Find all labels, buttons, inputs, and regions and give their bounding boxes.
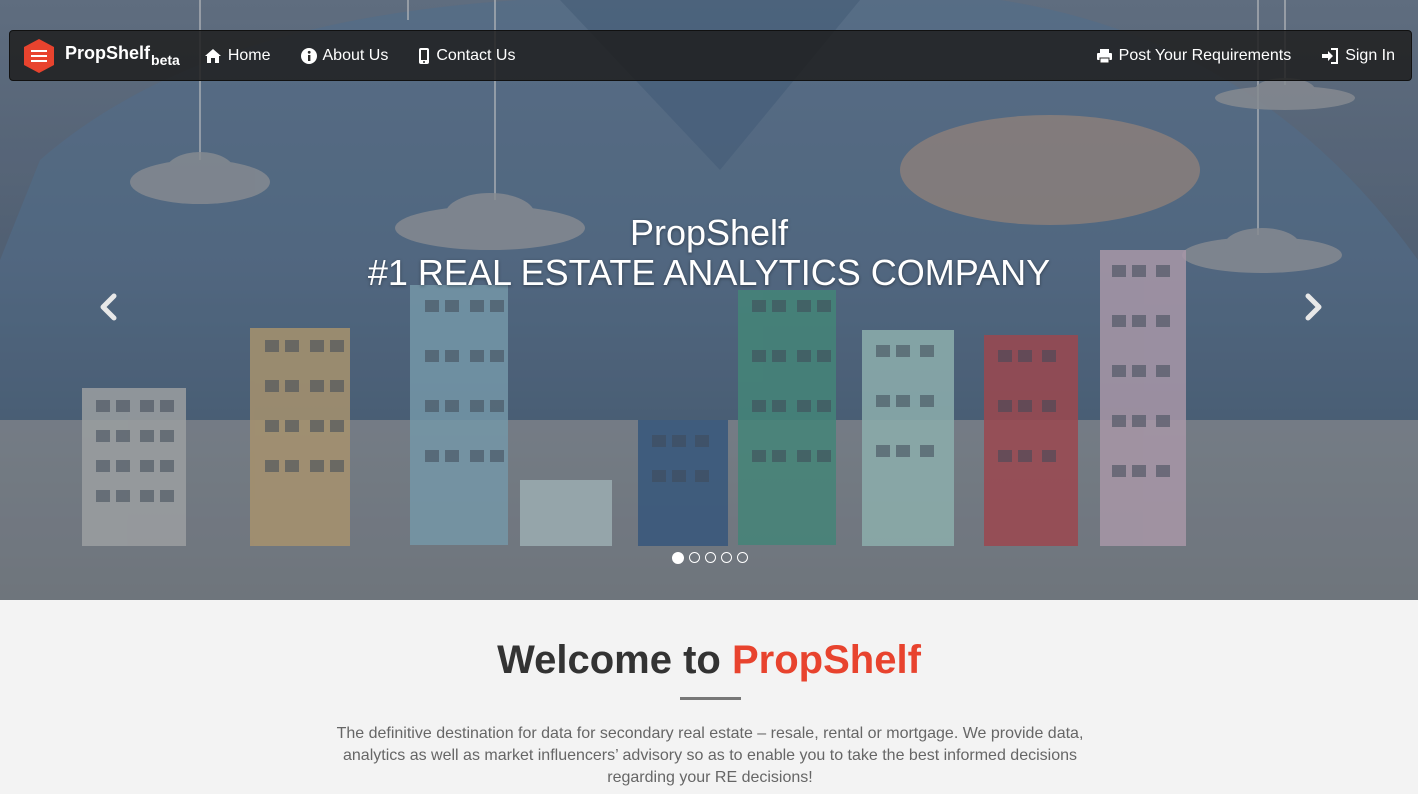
carousel-indicator[interactable] (672, 552, 684, 564)
carousel-indicators (672, 552, 753, 564)
welcome-title: Welcome to PropShelf (0, 638, 1418, 683)
nav-right: Post Your Requirements Sign In (1066, 47, 1395, 65)
nav-left: Home About Us Contact Us (204, 47, 546, 65)
home-icon (204, 48, 221, 63)
brand-link[interactable]: PropShelfbeta (23, 30, 180, 81)
nav-contact[interactable]: Contact Us (418, 47, 515, 65)
nav-about-label: About Us (322, 46, 389, 64)
carousel-indicator[interactable] (689, 552, 700, 563)
carousel-prev-icon[interactable] (94, 290, 124, 324)
welcome-description: The definitive destination for data for … (336, 725, 1084, 786)
hero-title: PropShelf (629, 212, 789, 253)
welcome-title-prefix: Welcome to (497, 638, 721, 682)
mobile-icon (419, 47, 430, 64)
carousel-indicator[interactable] (721, 552, 732, 563)
carousel-indicator[interactable] (737, 552, 748, 563)
nav-about[interactable]: About Us (300, 46, 389, 65)
sign-in-icon (1322, 47, 1339, 64)
top-navbar: PropShelfbeta Home About Us Contact Us P… (9, 30, 1412, 81)
brand-suffix: beta (151, 52, 180, 68)
nav-sign-in[interactable]: Sign In (1321, 47, 1395, 65)
brand-name: PropShelfbeta (65, 43, 180, 68)
nav-post-requirements-label: Post Your Requirements (1118, 46, 1292, 64)
carousel-indicator[interactable] (705, 552, 716, 563)
carousel-next-icon[interactable] (1298, 290, 1328, 324)
hero-subtitle: #1 REAL ESTATE ANALYTICS COMPANY (367, 252, 1051, 293)
nav-contact-label: Contact Us (436, 46, 516, 64)
hero-carousel: PropShelf #1 REAL ESTATE ANALYTICS COMPA… (0, 0, 1418, 600)
welcome-divider (680, 697, 741, 700)
nav-sign-in-label: Sign In (1345, 46, 1395, 64)
info-icon (300, 47, 317, 64)
nav-post-requirements[interactable]: Post Your Requirements (1096, 46, 1292, 65)
print-icon (1096, 48, 1112, 63)
hero-overlay (0, 0, 1418, 600)
nav-home[interactable]: Home (204, 47, 271, 65)
nav-home-label: Home (227, 46, 271, 64)
welcome-title-accent: PropShelf (731, 638, 921, 682)
propshelf-logo-icon (24, 38, 54, 73)
welcome-section: Welcome to PropShelf The definitive dest… (0, 600, 1418, 794)
hero-caption: PropShelf #1 REAL ESTATE ANALYTICS COMPA… (0, 213, 1418, 293)
